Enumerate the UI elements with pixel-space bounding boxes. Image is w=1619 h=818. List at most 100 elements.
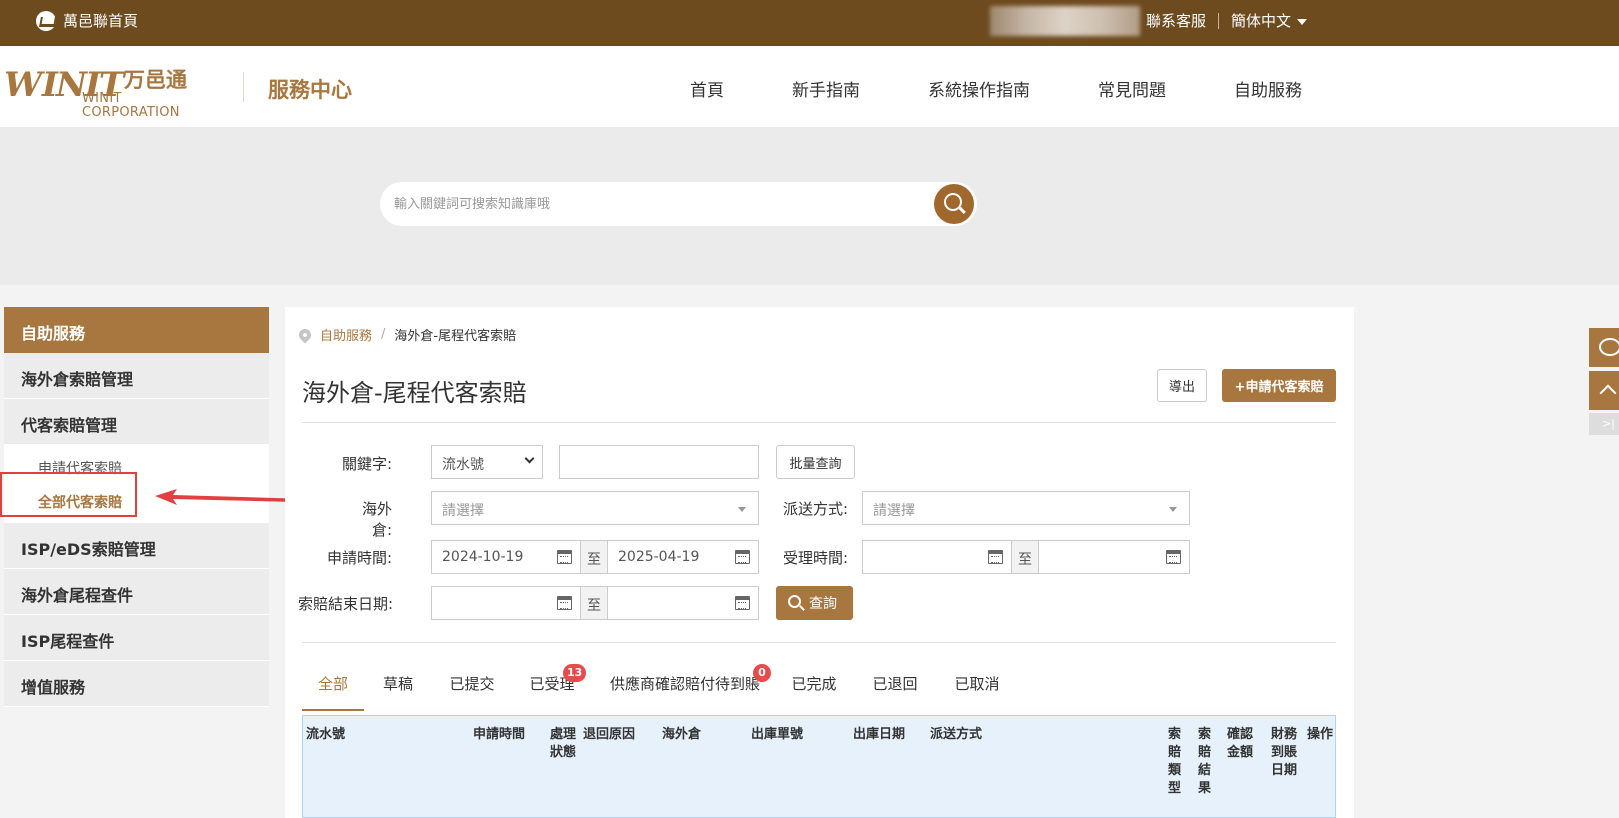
service-center-title: 服務中心 (268, 78, 352, 102)
nav-operation-guide[interactable]: 系統操作指南 (928, 76, 1030, 101)
divider (1218, 12, 1220, 29)
nav-beginner-guide[interactable]: 新手指南 (792, 76, 860, 101)
calendar-icon (1166, 550, 1181, 564)
caret-down-icon (738, 507, 746, 512)
column-header[interactable]: 申請時間 (473, 726, 525, 744)
accept-time-label: 受理時間: (782, 549, 848, 567)
warehouse-select[interactable]: 請選擇 (431, 491, 759, 525)
tab-cancelled[interactable]: 已取消 (952, 659, 1002, 711)
column-header[interactable]: 索賠結果 (1198, 726, 1212, 798)
search-button[interactable] (934, 184, 974, 224)
chevron-down-icon (524, 453, 535, 464)
language-label: 簡体中文 (1231, 12, 1292, 30)
table-header: 流水號 申請時間 處理狀態 退回原因 海外倉 出庫單號 出庫日期 派送方式 索賠… (302, 715, 1336, 818)
count-badge: 13 (563, 664, 587, 682)
column-header[interactable]: 處理狀態 (550, 726, 578, 762)
warehouse-label: 海外倉: (361, 500, 392, 539)
sidebar-item-warehouse-tracking[interactable]: 海外倉尾程查件 (4, 569, 269, 615)
brand-logo-icon (36, 10, 56, 31)
query-button[interactable]: 查詢 (776, 586, 853, 620)
delivery-method-select[interactable]: 請選擇 (862, 491, 1190, 525)
brand-name-cn: 万邑通 (124, 68, 187, 92)
column-header[interactable]: 退回原因 (583, 726, 635, 744)
nav-home[interactable]: 首頁 (690, 76, 724, 101)
tab-label: 已提交 (449, 675, 495, 693)
column-header[interactable]: 流水號 (306, 726, 345, 744)
nav-self-service[interactable]: 自助服務 (1234, 76, 1302, 101)
keyword-input[interactable] (559, 445, 759, 479)
column-header[interactable]: 確認金額 (1227, 726, 1255, 762)
apply-time-label: 申請時間: (326, 549, 392, 567)
tab-accepted[interactable]: 已受理 13 (527, 659, 587, 711)
language-selector[interactable]: 簡体中文 (1231, 10, 1308, 31)
delivery-method-label: 派送方式: (782, 500, 848, 518)
main-panel: 自助服務 / 海外倉-尾程代客索賠 海外倉-尾程代客索賠 導出 +申請代客索賠 … (285, 307, 1354, 818)
back-to-top-button[interactable] (1589, 371, 1619, 410)
apply-time-to-input[interactable]: 2025-04-19 (607, 540, 759, 574)
tab-all[interactable]: 全部 (302, 659, 364, 711)
search-bar (380, 182, 977, 226)
apply-claim-button[interactable]: +申請代客索賠 (1222, 369, 1336, 402)
count-badge: 0 (753, 664, 771, 682)
search-input[interactable] (394, 194, 914, 214)
nav-faq[interactable]: 常見問題 (1098, 76, 1166, 101)
column-header[interactable]: 出庫日期 (853, 726, 905, 744)
sidebar-item-isp-tracking[interactable]: ISP尾程查件 (4, 615, 269, 661)
caret-down-icon (1297, 18, 1308, 25)
collapse-toolbar-button[interactable]: >| (1589, 413, 1619, 435)
sidebar-item-isp-eds-claims[interactable]: ISP/eDS索賠管理 (4, 523, 269, 569)
calendar-icon (735, 550, 750, 564)
batch-query-button[interactable]: 批量查詢 (776, 445, 855, 479)
sidebar-item-proxy-claims[interactable]: 代客索賠管理 (4, 399, 269, 445)
delivery-method-placeholder: 請選擇 (873, 503, 915, 519)
breadcrumb: 自助服務 / 海外倉-尾程代客索賠 (296, 325, 516, 344)
tab-label: 已退回 (872, 675, 918, 693)
keyword-type-select[interactable]: 流水號 (431, 445, 543, 479)
collapse-icon: >| (1602, 417, 1615, 430)
calendar-icon (988, 550, 1003, 564)
tab-submitted[interactable]: 已提交 (447, 659, 497, 711)
column-header[interactable]: 派送方式 (930, 726, 982, 744)
brand-w-mark: W (4, 65, 42, 105)
tab-label: 已取消 (954, 675, 1000, 693)
accept-time-to-input[interactable] (1038, 540, 1190, 574)
keyword-type-value: 流水號 (442, 457, 484, 473)
column-header[interactable]: 出庫單號 (751, 726, 803, 744)
contact-service-link[interactable]: 聯系客服 (1146, 10, 1206, 31)
tab-returned[interactable]: 已退回 (870, 659, 920, 711)
sidebar-title: 自助服務 (4, 307, 269, 353)
tab-draft[interactable]: 草稿 (381, 659, 415, 711)
tab-pending-payment[interactable]: 供應商確認賠付待到賬 0 (605, 659, 771, 711)
home-link[interactable]: 萬邑聯首頁 (36, 10, 138, 31)
calendar-icon (557, 596, 572, 610)
claim-end-from-input[interactable] (431, 586, 581, 620)
column-header[interactable]: 海外倉 (662, 726, 701, 744)
tab-label: 供應商確認賠付待到賬 (609, 675, 760, 693)
blurred-account-area (990, 6, 1140, 36)
divider (302, 642, 1336, 643)
warehouse-placeholder: 請選擇 (442, 503, 484, 519)
brand-logo[interactable]: W INIT 万邑通 WINIT CORPORATION (4, 65, 219, 120)
keyword-label: 關鍵字: (341, 455, 392, 473)
brand-name-en: WINIT CORPORATION (82, 91, 180, 120)
sidebar-item-warehouse-claims[interactable]: 海外倉索賠管理 (4, 353, 269, 399)
apply-time-from-input[interactable]: 2024-10-19 (431, 540, 581, 574)
claim-end-to-input[interactable] (607, 586, 759, 620)
column-header[interactable]: 財務到賬日期 (1271, 726, 1299, 780)
export-button[interactable]: 導出 (1157, 369, 1207, 402)
chat-icon (1599, 338, 1619, 356)
chat-widget-button[interactable] (1589, 328, 1619, 367)
tab-completed[interactable]: 已完成 (789, 659, 839, 711)
header: W INIT 万邑通 WINIT CORPORATION 服務中心 首頁 新手指… (0, 46, 1619, 127)
column-header[interactable]: 操作 (1307, 726, 1333, 744)
range-to-label: 至 (581, 540, 607, 574)
sidebar-item-value-added[interactable]: 增值服務 (4, 661, 269, 707)
search-banner (0, 127, 1619, 285)
claim-end-date-label: 索賠結束日期: (297, 595, 393, 613)
column-header[interactable]: 索賠類型 (1168, 726, 1182, 798)
breadcrumb-parent[interactable]: 自助服務 (320, 325, 372, 344)
accept-time-from-input[interactable] (862, 540, 1012, 574)
status-tabs: 全部 草稿 已提交 已受理 13 供應商確認賠付待到賬 0 已完成 已退回 已取… (302, 659, 1336, 711)
top-bar: 萬邑聯首頁 聯系客服 簡体中文 (0, 0, 1619, 46)
caret-down-icon (1169, 507, 1177, 512)
